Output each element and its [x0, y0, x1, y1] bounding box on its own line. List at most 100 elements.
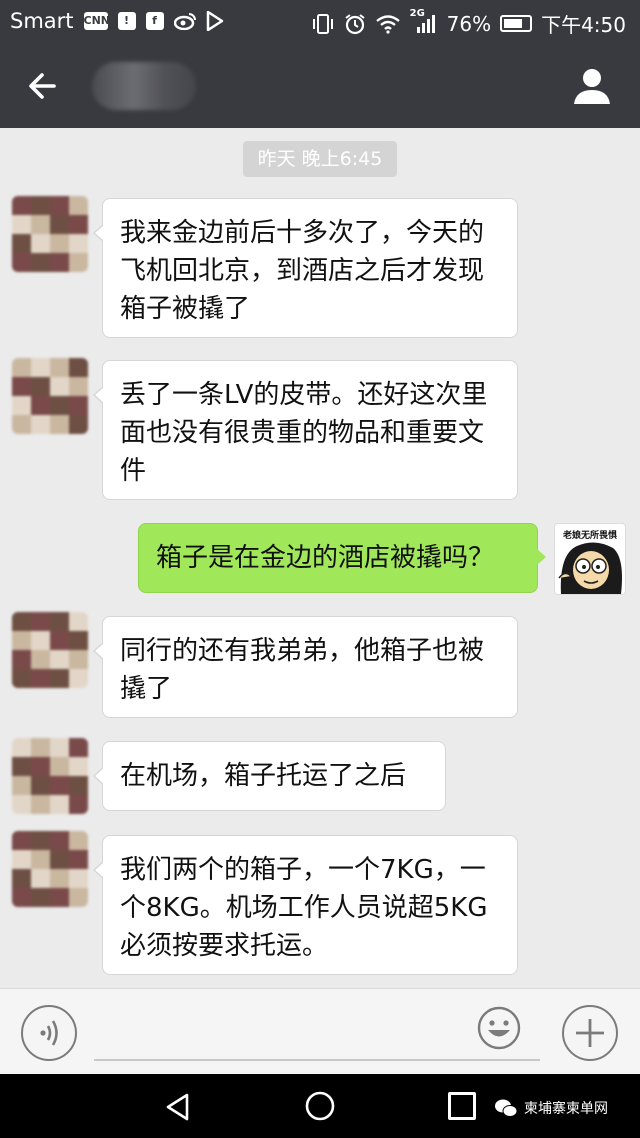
message-bubble[interactable]: 我来金边前后十多次了，今天的飞机回北京，到酒店之后才发现箱子被撬了 — [93, 198, 518, 338]
carrier-label: Smart — [10, 9, 74, 33]
message-bubble[interactable]: 丢了一条LV的皮带。还好这次里面也没有很贵重的物品和重要文件 — [93, 360, 518, 500]
avatar-pixel — [50, 869, 69, 888]
avatar-pixel — [12, 612, 31, 631]
avatar-pixel — [69, 738, 88, 757]
avatar-pixel — [12, 795, 31, 814]
my-message-bubble[interactable]: 箱子是在金边的酒店被撬吗？ — [138, 523, 546, 593]
status-bar: Smart CNN ! f 2G 76% 下午4:50 — [0, 0, 640, 44]
avatar-pixel — [12, 415, 31, 434]
message-input[interactable] — [94, 1001, 540, 1061]
avatar-pixel — [31, 669, 50, 688]
avatar-pixel — [69, 888, 88, 907]
avatar-pixel — [12, 669, 31, 688]
status-bar-left: Smart CNN ! f — [10, 9, 224, 33]
avatar-pixel — [31, 888, 50, 907]
avatar-pixel — [50, 850, 69, 869]
avatar-pixel — [69, 196, 88, 215]
avatar-pixel — [69, 631, 88, 650]
message-timestamp: 昨天 晚上6:45 — [243, 141, 397, 177]
avatar-pixel — [69, 358, 88, 377]
avatar-pixel — [31, 358, 50, 377]
voice-icon — [40, 1020, 58, 1046]
avatar-pixel — [12, 869, 31, 888]
message-text: 我来金边前后十多次了，今天的飞机回北京，到酒店之后才发现箱子被撬了 — [120, 218, 485, 324]
contact-avatar[interactable] — [12, 738, 88, 814]
avatar-pixel — [69, 831, 88, 850]
avatar-pixel — [31, 738, 50, 757]
avatar-pixel — [12, 358, 31, 377]
sim-alert-icon: ! — [117, 12, 136, 30]
avatar-pixel — [50, 358, 69, 377]
avatar-pixel — [12, 196, 31, 215]
cartoon-face-icon — [558, 542, 622, 594]
battery-level-fill — [504, 19, 523, 28]
cnn-icon: CNN — [83, 12, 110, 30]
contact-avatar[interactable] — [12, 358, 88, 434]
avatar-pixel — [50, 631, 69, 650]
avatar-pixel — [69, 669, 88, 688]
avatar-pixel — [50, 215, 69, 234]
avatar-pixel — [31, 831, 50, 850]
message-text: 箱子是在金边的酒店被撬吗？ — [156, 543, 495, 573]
watermark-text: 柬埔寨柬单网 — [524, 1101, 608, 1117]
avatar-pixel — [50, 669, 69, 688]
avatar-pixel — [31, 757, 50, 776]
avatar-pixel — [69, 377, 88, 396]
status-bar-right: 2G 76% 下午4:50 — [311, 8, 626, 38]
nav-recents-button[interactable] — [448, 1092, 476, 1120]
avatar-pixel — [12, 631, 31, 650]
avatar-pixel — [31, 396, 50, 415]
nav-home-button[interactable] — [304, 1090, 336, 1122]
clock: 下午4:50 — [541, 13, 626, 37]
avatar-pixel — [50, 738, 69, 757]
vibrate-icon — [312, 13, 333, 34]
play-store-icon — [206, 11, 223, 31]
avatar-pixel — [69, 415, 88, 434]
message-text: 我们两个的箱子，一个7KG，一个8KG。机场工作人员说超5KG必须按要求托运。 — [120, 855, 488, 961]
voice-input-button[interactable] — [21, 1005, 77, 1061]
message-bubble[interactable]: 同行的还有我弟弟，他箱子也被撬了 — [93, 616, 518, 718]
avatar-pixel — [50, 612, 69, 631]
contact-avatar[interactable] — [12, 612, 88, 688]
avatar-pixel — [69, 650, 88, 669]
message-bubble[interactable]: 在机场，箱子托运了之后 — [93, 741, 446, 811]
input-bar — [0, 988, 640, 1074]
avatar-pixel — [12, 215, 31, 234]
facebook-icon: f — [145, 12, 164, 30]
avatar-pixel — [31, 631, 50, 650]
avatar-pixel — [50, 888, 69, 907]
avatar-pixel — [31, 196, 50, 215]
contact-avatar[interactable] — [12, 196, 88, 272]
avatar-pixel — [12, 888, 31, 907]
weibo-icon — [173, 13, 196, 30]
avatar-pixel — [50, 757, 69, 776]
avatar-pixel — [50, 196, 69, 215]
avatar-pixel — [31, 850, 50, 869]
chat-header — [0, 44, 640, 128]
emoji-button[interactable] — [476, 1005, 522, 1051]
contact-avatar[interactable] — [12, 831, 88, 907]
watermark: 柬埔寨柬单网 — [494, 1098, 608, 1118]
system-nav-bar: 柬埔寨柬单网 — [0, 1074, 640, 1138]
avatar-pixel — [12, 396, 31, 415]
chat-info-button[interactable] — [572, 66, 612, 106]
nav-back-button[interactable] — [163, 1092, 193, 1122]
avatar-pixel — [50, 650, 69, 669]
circle-home-icon — [305, 1091, 335, 1121]
avatar-pixel — [69, 869, 88, 888]
avatar-pixel — [50, 396, 69, 415]
avatar-pixel — [12, 850, 31, 869]
battery-percent: 76% — [446, 11, 492, 36]
my-avatar[interactable]: 老娘无所畏惧 — [554, 523, 626, 595]
plus-icon — [576, 1019, 604, 1047]
avatar-pixel — [50, 415, 69, 434]
message-bubble[interactable]: 我们两个的箱子，一个7KG，一个8KG。机场工作人员说超5KG必须按要求托运。 — [93, 835, 518, 975]
back-button[interactable] — [22, 66, 66, 106]
message-text: 在机场，箱子托运了之后 — [120, 761, 407, 791]
avatar-pixel — [69, 776, 88, 795]
more-actions-button[interactable] — [562, 1005, 618, 1061]
message-list[interactable]: 昨天 晚上6:45 我来金边前后十多次了，今天的飞机回北京，到酒店之后才发现箱子… — [0, 128, 640, 988]
contact-name — [92, 62, 196, 110]
avatar-pixel — [31, 215, 50, 234]
battery-icon — [500, 15, 533, 32]
